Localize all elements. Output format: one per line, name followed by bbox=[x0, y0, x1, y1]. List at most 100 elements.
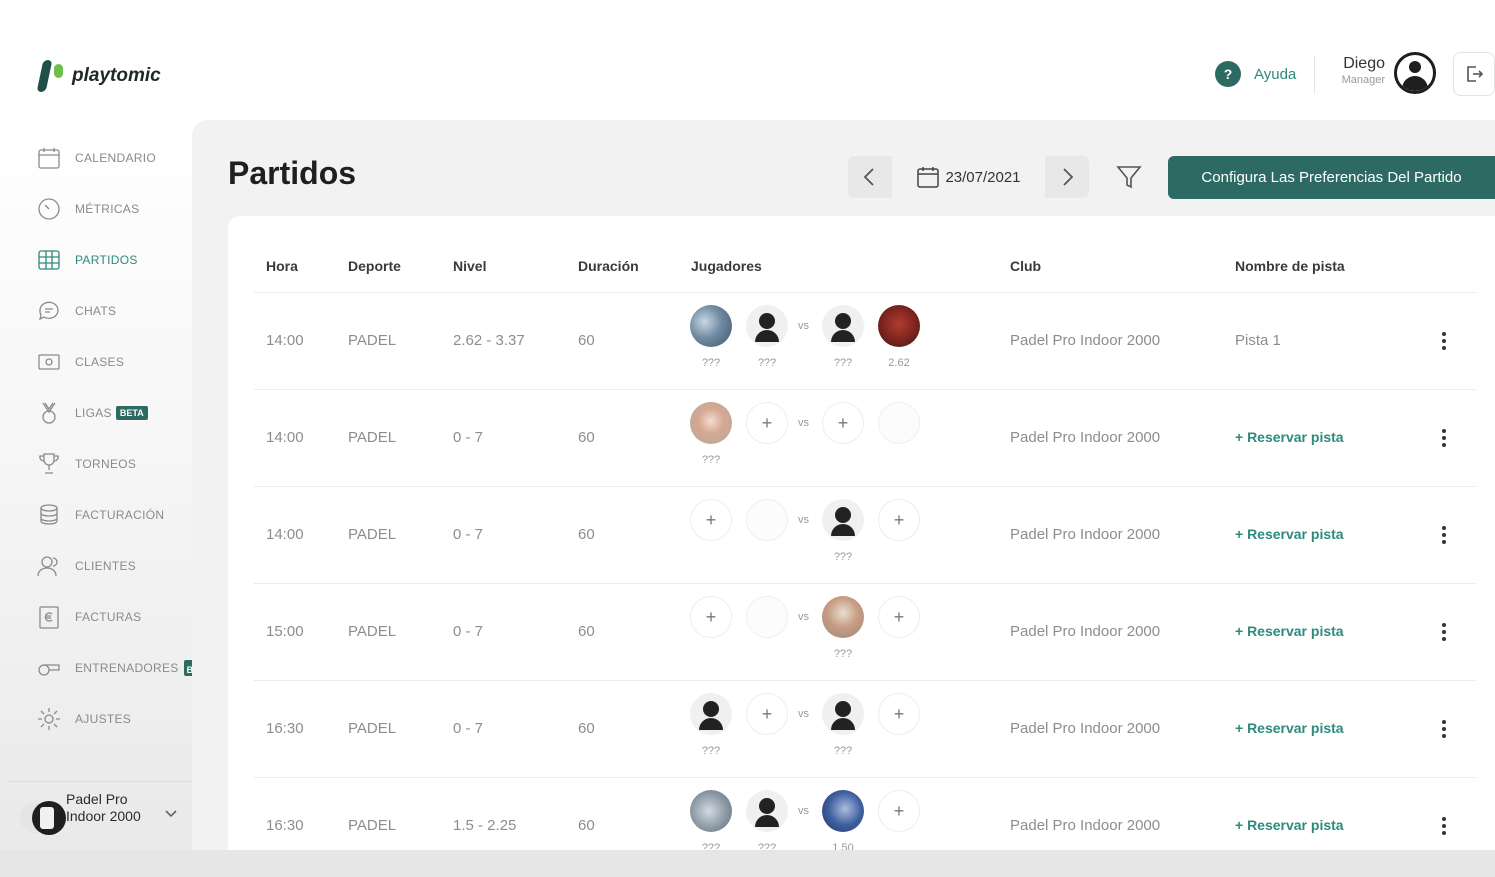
user-info[interactable]: Diego Manager bbox=[1325, 55, 1385, 86]
sidebar-item-facturacion[interactable]: FACTURACIÓN bbox=[36, 500, 164, 530]
player-photo[interactable] bbox=[822, 790, 864, 832]
hour-cell: 14:00 bbox=[266, 332, 304, 349]
row-menu-button[interactable] bbox=[1437, 523, 1451, 547]
sidebar-item-calendario[interactable]: CALENDARIO bbox=[36, 143, 156, 173]
filter-button[interactable] bbox=[1110, 158, 1148, 196]
sidebar-item-torneos[interactable]: TORNEOS bbox=[36, 449, 136, 479]
vs-label: vs bbox=[798, 708, 809, 720]
sidebar-item-chats[interactable]: CHATS bbox=[36, 296, 116, 326]
plus-icon: + bbox=[893, 800, 905, 821]
help-link[interactable]: ? Ayuda bbox=[1215, 61, 1296, 87]
plus-icon: + bbox=[893, 703, 905, 724]
row-menu-button[interactable] bbox=[1437, 329, 1451, 353]
sidebar-item-ligas[interactable]: LIGAS BETA bbox=[36, 398, 148, 428]
sidebar-item-partidos[interactable]: PARTIDOS bbox=[36, 245, 138, 275]
column-header: Club bbox=[1010, 258, 1042, 274]
book-court-link[interactable]: + Reservar pista bbox=[1235, 526, 1344, 542]
player-photo[interactable] bbox=[822, 596, 864, 638]
date-value: 23/07/2021 bbox=[945, 168, 1021, 186]
table-row[interactable]: 16:30 PADEL 0 - 7 60 Padel Pro Indoor 2000 + … bbox=[254, 681, 1476, 778]
plus-icon: + bbox=[893, 606, 905, 627]
level-cell: 0 - 7 bbox=[453, 623, 484, 640]
question-icon: ? bbox=[1215, 61, 1241, 87]
level-cell: 2.62 - 3.37 bbox=[453, 332, 525, 349]
hour-cell: 15:00 bbox=[266, 623, 304, 640]
top-bar: playtomic ? Ayuda Diego Manager bbox=[0, 0, 1495, 120]
player-photo[interactable] bbox=[690, 305, 732, 347]
table-row[interactable]: 15:00 PADEL 0 - 7 60 Padel Pro Indoor 2000 + … bbox=[254, 584, 1476, 681]
date-picker[interactable]: 23/07/2021 bbox=[892, 156, 1045, 198]
player-avatar-icon[interactable] bbox=[822, 305, 864, 347]
invoice-icon bbox=[36, 604, 62, 630]
player-photo[interactable] bbox=[878, 305, 920, 347]
club-cell: Padel Pro Indoor 2000 bbox=[1010, 429, 1161, 446]
sidebar-item-ajustes[interactable]: AJUSTES bbox=[36, 704, 131, 734]
sidebar bbox=[0, 120, 192, 850]
vs-label: vs bbox=[798, 611, 809, 623]
player-level: 2.62 bbox=[888, 357, 910, 369]
hour-cell: 16:30 bbox=[266, 720, 304, 737]
sidebar-item-clases[interactable]: CLASES bbox=[36, 347, 124, 377]
book-court-link[interactable]: + Reservar pista bbox=[1235, 623, 1344, 639]
row-menu-button[interactable] bbox=[1437, 620, 1451, 644]
empty-player-slot bbox=[746, 499, 788, 541]
table-row[interactable]: 14:00 PADEL 0 - 7 60 Padel Pro Indoor 2000 + … bbox=[254, 487, 1476, 584]
book-court-link[interactable]: + Reservar pista bbox=[1235, 429, 1344, 445]
row-menu-button[interactable] bbox=[1437, 814, 1451, 838]
sidebar-item-entrenadores[interactable]: ENTRENADORESBE bbox=[36, 653, 198, 683]
table-row[interactable]: 14:00 PADEL 2.62 - 3.37 60 Padel Pro Indoor … bbox=[254, 293, 1476, 390]
add-player-button[interactable]: + bbox=[690, 499, 732, 541]
plus-icon: + bbox=[705, 606, 717, 627]
logout-icon bbox=[1467, 66, 1484, 82]
user-avatar-icon[interactable] bbox=[1394, 52, 1436, 94]
player-photo[interactable] bbox=[690, 790, 732, 832]
sidebar-item-label: ENTRENADORES bbox=[75, 661, 179, 675]
add-player-button[interactable]: + bbox=[746, 402, 788, 444]
sidebar-item-label: LIGAS bbox=[75, 406, 112, 420]
next-day-button[interactable] bbox=[1047, 156, 1089, 198]
plus-icon: + bbox=[705, 509, 717, 530]
sidebar-item-label: CHATS bbox=[75, 304, 117, 318]
add-player-button[interactable]: + bbox=[878, 499, 920, 541]
date-navigator: 23/07/2021 bbox=[848, 156, 1089, 198]
player-avatar-icon[interactable] bbox=[746, 790, 788, 832]
add-player-button[interactable]: + bbox=[822, 402, 864, 444]
player-level: ??? bbox=[833, 648, 853, 660]
club-selector[interactable]: Padel Pro Indoor 2000 bbox=[8, 781, 192, 850]
row-menu-button[interactable] bbox=[1437, 426, 1451, 450]
club-cell: Padel Pro Indoor 2000 bbox=[1010, 332, 1161, 349]
bottom-strip bbox=[0, 850, 1495, 877]
club-cell: Padel Pro Indoor 2000 bbox=[1010, 526, 1161, 543]
add-player-button[interactable]: + bbox=[746, 693, 788, 735]
club-cell: Padel Pro Indoor 2000 bbox=[1010, 623, 1161, 640]
sidebar-item-clientes[interactable]: CLIENTES bbox=[36, 551, 136, 581]
club-name: Padel Pro Indoor 2000 bbox=[66, 791, 141, 824]
player-photo[interactable] bbox=[690, 402, 732, 444]
grid-icon bbox=[36, 247, 62, 273]
playtomic-logo[interactable]: playtomic bbox=[36, 58, 161, 94]
player-avatar-icon[interactable] bbox=[822, 693, 864, 735]
player-avatar-icon[interactable] bbox=[746, 305, 788, 347]
table-row[interactable]: 14:00 PADEL 0 - 7 60 Padel Pro Indoor 2000 + … bbox=[254, 390, 1476, 487]
logout-button[interactable] bbox=[1453, 52, 1495, 96]
previous-day-button[interactable] bbox=[848, 156, 890, 198]
sport-cell: PADEL bbox=[348, 720, 397, 737]
add-player-button[interactable]: + bbox=[878, 596, 920, 638]
gauge-icon bbox=[36, 196, 62, 222]
level-cell: 0 - 7 bbox=[453, 526, 484, 543]
add-player-button[interactable]: + bbox=[878, 693, 920, 735]
page-title: Partidos bbox=[228, 155, 357, 191]
duration-cell: 60 bbox=[578, 623, 595, 640]
sidebar-item-metricas[interactable]: MÉTRICAS bbox=[36, 194, 139, 224]
add-player-button[interactable]: + bbox=[690, 596, 732, 638]
match-preferences-button[interactable]: Configura Las Preferencias Del Partido bbox=[1168, 156, 1495, 199]
sidebar-item-facturas[interactable]: FACTURAS bbox=[36, 602, 141, 632]
book-court-link[interactable]: + Reservar pista bbox=[1235, 817, 1344, 833]
club-logo-icon bbox=[20, 799, 66, 835]
add-player-button[interactable]: + bbox=[878, 790, 920, 832]
book-court-link[interactable]: + Reservar pista bbox=[1235, 720, 1344, 736]
duration-cell: 60 bbox=[578, 526, 595, 543]
player-avatar-icon[interactable] bbox=[822, 499, 864, 541]
row-menu-button[interactable] bbox=[1437, 717, 1451, 741]
player-avatar-icon[interactable] bbox=[690, 693, 732, 735]
